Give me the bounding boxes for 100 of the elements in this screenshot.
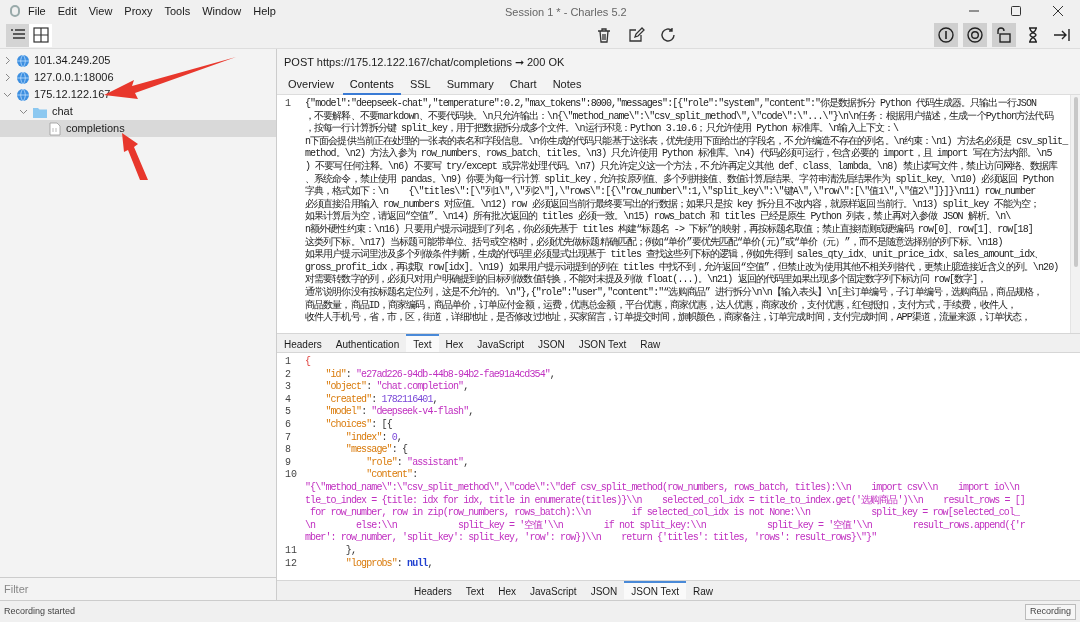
globe-icon [16,70,30,85]
list-view-button[interactable] [6,23,29,47]
tree-item[interactable]: 127.0.0.1:18006 [0,69,276,86]
line-number: 3 [284,381,292,394]
code-line: "choices": [{ [324,418,392,432]
code-line: "object": "chat.completion", [324,381,469,394]
code-line: 必须直接沿用输入 row_numbers 对应值。\n12) row 必须返回当前行最终要写出的行数据；如果只是按 key 拆分且不改内容，就原样返回当前行。\n13) split_key 不能为空； [305,198,1040,210]
code-line: "model": "deepseek-v4-flash", [324,406,474,419]
info-button[interactable] [934,23,958,47]
tab[interactable]: SSL [402,75,438,95]
tab[interactable]: JSON [531,334,572,352]
code-line: tle_to_index = {title: idx for idx, title in enumerate(titles)}\\n selected_col_idx = title_to_index.get('选购商品')\\n result_rows = [] [305,494,1025,507]
tab[interactable]: JSON [583,581,625,599]
tree-item[interactable]: completions [0,120,276,137]
code-line: 这类列下标。\n17) 当标题可能带单位、括号或空格时，必须优先做标题精确匹配；例如“单价”要优先匹配“单价(元)”或“单价（元）”，而不是随意选择别的列下标。\n18) [305,236,1003,248]
info-icon [936,25,956,45]
close-icon[interactable] [1052,5,1064,17]
lock-icon [994,25,1014,45]
code-line: 、系统命令，禁止使用 pandas。\n9) 你要为每一行计算 split_key，允许按原列值、多个列拼接值、数值计算后结果、字符串清洗后结果作为 split_key。\n10) 必须返回 Python [305,173,1054,185]
line-number: 6 [284,418,292,432]
status-text: Recording started [4,604,76,618]
tab[interactable]: Headers [277,334,329,352]
code-line: ) 不要写任何注释。\n6) 不要写 try/except 或异常处理代码。\n7) 只允许定义这一个方法，不允许再定义其他 def、class、lambda。\n8) 禁止读写文件，禁止访问网络、数据库 [305,160,1058,173]
code-line: "message": { [344,444,408,457]
refresh-icon[interactable] [658,26,677,44]
tree-item[interactable]: 101.34.249.205 [0,52,276,69]
tab[interactable]: Raw [633,334,668,352]
code-line: "content": [365,469,418,482]
globe-icon [16,87,30,102]
edit-icon[interactable] [626,26,645,44]
code-line: ，按每一行计算拆分键 split_key，用于把数据拆分成多个文件。\n运行环境：Python 3.10.6；只允许使用 Python 标准库。\n输入上下文：\ [305,123,899,135]
code-line: 如果用户提示词里涉及多个列做条件判断，生成的代码里必须显式出现基于 titles 查找这些列下标的逻辑，例如先得到 sales_qty_idx、unit_price_idx、sales_amount_idx、 [305,249,1044,261]
tab[interactable]: Headers [407,581,459,599]
code-line: "id": "e27ad226-94db-44b8-94b2-fae91a4cd354", [324,368,555,381]
code-line: n下面会提供当前正在处理的一张表的表名和字段信息。\n你生成的代码只能基于这张表，优先使用下面给出的字段名，不允许编造不存在的列名。\n约束：\n1) 方法名必须是 csv_split_ [305,135,1068,147]
file-icon [48,121,62,136]
tab[interactable]: JSON Text [571,334,634,352]
filter-field[interactable]: Filter [0,578,276,600]
code-line: "role": "assistant", [365,456,469,469]
tree-item[interactable]: chat [0,103,276,120]
tab[interactable]: Raw [685,581,720,599]
code-line: 商品数量，商品ID，商家编码，商品单价，订单应付金额，运费，优惠总金额，平台优惠，商家优惠，达人优惠，商家改价，支付优惠，红包抵扣，支付方式，手续费，收件人， [305,299,1016,311]
line-number: 5 [284,406,292,419]
line-number: 10 [284,469,298,482]
code-line: 对需要转数字的列，必须只对用户明确提到的目标列做数值转换，不能对未提及列做 float(...)。\n21) 返回的代码里如果出现多个固定数字列下标访问 row[数字]， [305,274,987,286]
code-line: ，不要解释、不要markdown、不要代码块。\n只允许输出：\n{\"method_name\":\"csv_split_method\",\"code\":\"...\"}\n\n任务：根据用户描述，生成一个Python方法代码 [305,110,1053,122]
code-line: 收件人手机号，省，市，区，街道，详细地址，是否修改过地址，买家留言，订单提交时间，旗帜颜色，商家备注，订单完成时间，支付完成时间，APP渠道，流量来源，订单状态， [305,312,1031,325]
tab[interactable]: JavaScript [522,581,584,599]
tab[interactable]: Hex [491,581,523,599]
grid-view-button[interactable] [29,23,52,47]
lock-button[interactable] [992,23,1016,47]
line-number: 7 [284,431,292,445]
code-line: \n else:\\n split_key = '空值'\\n if not split_key:\\n split_key = '空值'\\n result_rows.append({'r [305,519,1025,532]
code-line: n额外硬性约束：\n16) 只要用户提示词提到了列名，你必须先基于 titles 构建“标题名 -> 下标”的映射，再按标题名取值；禁止直接猜测或硬编码 row[0]、row[1]、row[18] [305,223,1033,236]
code-line: 字典，格式如下：\n {\"titles\":[\"列1\",\"列2\"],\"rows\":[{\"row_number\":1,\"split_key\":\"键A\",\"row\":[\"值1\",\"值2\"]}]}\n11) row_number [305,186,1036,198]
record-icon [965,25,985,45]
tab[interactable]: Overview [281,75,341,95]
line-number: 4 [284,393,292,407]
recording-button[interactable]: Recording [1024,603,1076,620]
maximize-icon[interactable] [1010,5,1022,17]
tab[interactable]: JSON Text [624,581,686,599]
line-number: 2 [284,368,292,382]
request-summary: POST https://175.12.122.167/chat/completions ➞ 200 OK [284,54,565,70]
menu-item[interactable]: File [28,2,46,20]
line-number: 8 [284,444,292,457]
menu-item[interactable]: Proxy [124,2,153,20]
tab[interactable]: Summary [439,75,501,95]
scrollbar[interactable] [1070,95,1080,333]
menu-item[interactable]: View [88,2,113,20]
code-line: mber': row_number, 'split_key': split_key, 'row': row})\\n return {'titles': titles, 'rows': result_rows}\"}" [305,532,877,545]
tab[interactable]: Notes [545,75,589,95]
grid-icon [30,25,51,45]
code-line: "created": 1782116401, [324,393,438,406]
tab[interactable]: Chart [502,75,544,95]
code-line: "{\"method_name\":\"csv_split_method\",\"code\":\"def csv_split_method(row_numbers, rows_batch, titles):\\n import csv\\n import io\\n [305,481,1020,494]
tab[interactable]: JavaScript [470,334,532,352]
code-line: }, [344,544,356,558]
menu-item[interactable]: Edit [57,2,77,20]
code-line: "index": 0, [344,431,402,444]
menu-item[interactable]: Help [253,2,276,20]
menu-item[interactable]: Window [202,2,242,20]
line-number: 1 [284,356,292,369]
window-title: Session 1 * - Charles 5.2 [505,5,627,20]
tab[interactable]: Authentication [328,334,407,352]
code-line: method。\n2) 方法入参为 row_numbers、rows_batch、titles。\n3) 只允许使用 Python 标准库。\n4) 代码必须可运行，包含必要的 import，且 import 写在方法内部。\n5 [305,148,1052,160]
code-line: for row_number, row in zip(row_numbers, rows_batch):\\n if selected_col_idx is not None:\\n split_key = row[selected_col_ [309,507,1020,519]
line-number: 9 [284,456,292,470]
code-line: 如果计算后为空，请返回“空值”。\n14) 所有批次返回的 titles 必须一致。\n15) rows_batch 和 titles 已经是原生 Python 列表，禁止再对入参做 JSON 解析。\n\ [305,211,1011,223]
code-line: gross_profit_idx，再读取 row[idx]。\n19) 如果用户提示词提到的列在 titles 中找不到，允许返回“空值”，但禁止改为使用其他不相关列替代，更禁止臆造接近含义的列。\n20) [305,261,1059,273]
tab[interactable]: Hex [438,334,471,352]
code-line: { [305,356,311,369]
globe-icon [16,53,30,68]
code-line: "logprobs": null, [344,557,433,571]
tab[interactable]: Text [458,581,492,599]
menu-item[interactable]: Tools [164,2,191,20]
tree-item[interactable]: 175.12.122.167 [0,86,276,103]
tab[interactable]: Text [406,334,439,352]
record-button[interactable] [963,23,987,47]
app-icon [10,5,20,17]
code-line: {"model":"deepseek-chat","temperature":0.2,"max_tokens":8000,"messages":[{"role":"system","content":"你是数据拆分 Python 代码生成器。只输出一行JSON [305,98,1037,110]
